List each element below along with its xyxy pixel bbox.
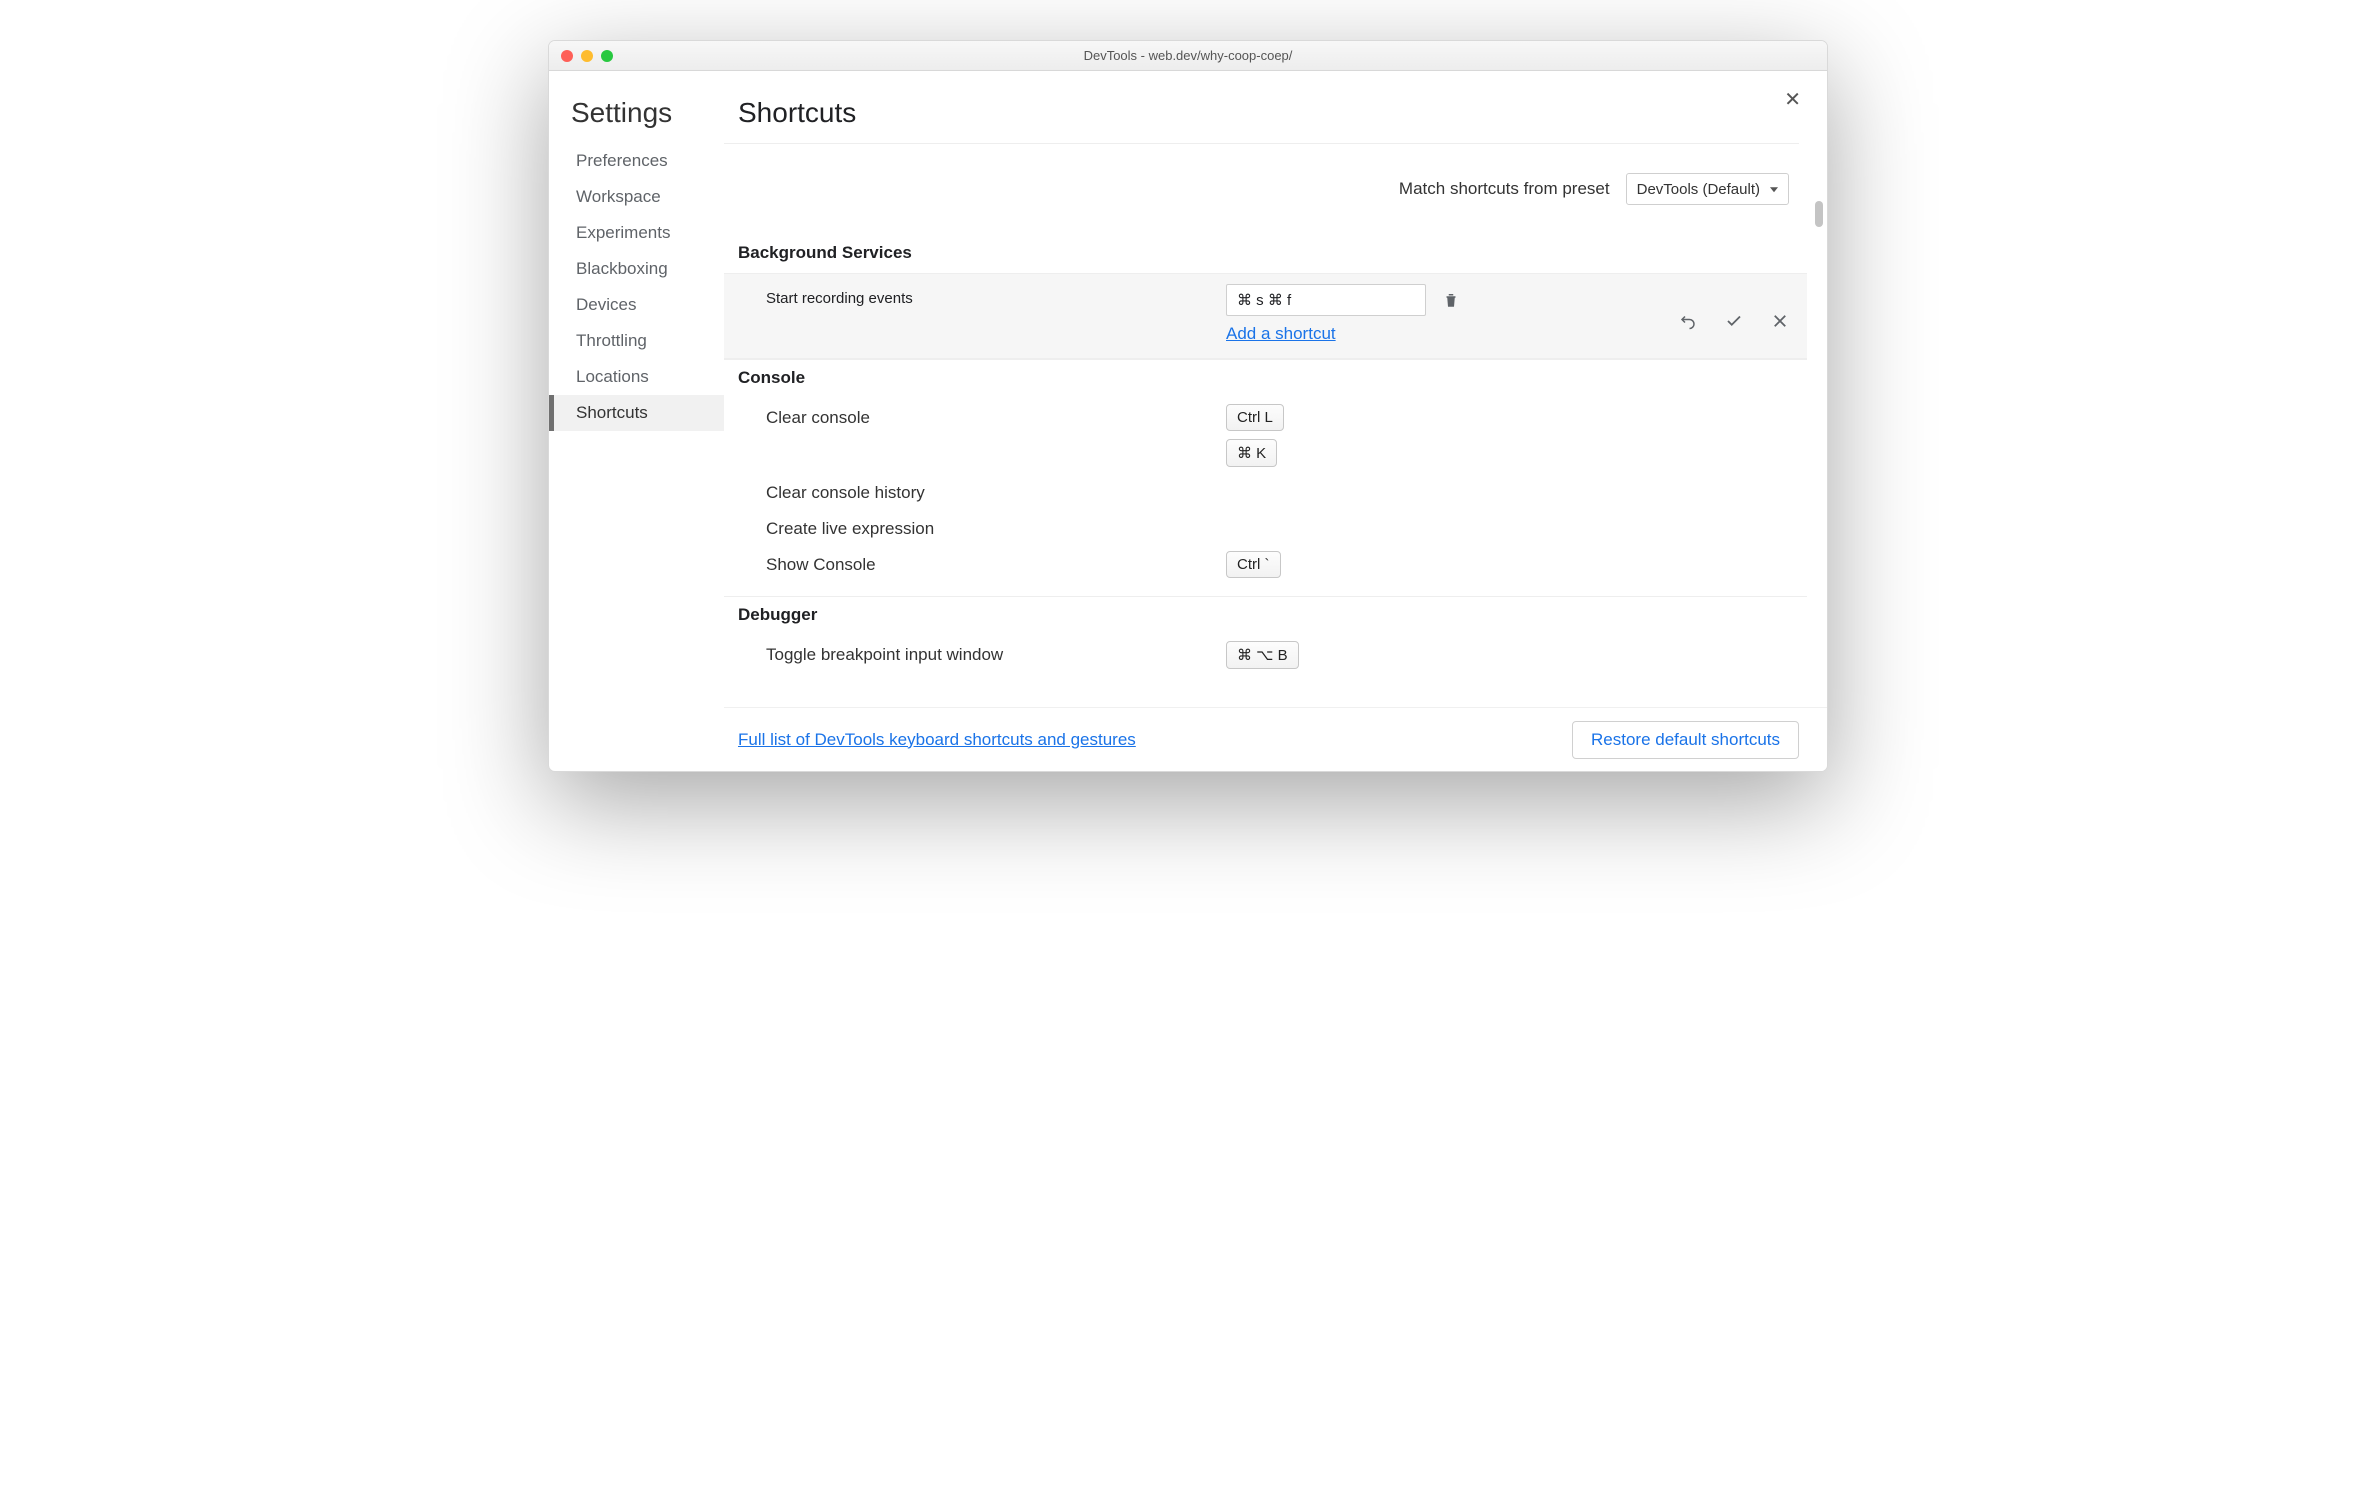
shortcut-editor-actions — [1679, 284, 1789, 334]
devtools-window: DevTools - web.dev/why-coop-coep/ ✕ Sett… — [548, 40, 1828, 772]
preset-label: Match shortcuts from preset — [1399, 179, 1610, 199]
sidebar-item-shortcuts[interactable]: Shortcuts — [549, 395, 724, 431]
shortcut-key-input[interactable]: ⌘ s ⌘ f — [1226, 284, 1426, 316]
section-background-services: Background Services Start recording even… — [724, 235, 1807, 360]
shortcut-editor-fields: ⌘ s ⌘ f Add a shortcut — [1226, 284, 1460, 344]
shortcut-row-label: Start recording events — [766, 284, 1226, 307]
window-zoom-light[interactable] — [601, 50, 613, 62]
shortcut-row-label: Clear console — [766, 404, 1226, 428]
shortcut-row-clear-history[interactable]: Clear console history — [724, 473, 1807, 509]
preset-row: Match shortcuts from preset DevTools (De… — [724, 131, 1813, 235]
shortcut-key: ⌘ ⌥ B — [1226, 641, 1299, 669]
shortcut-row-toggle-breakpoint[interactable]: Toggle breakpoint input window ⌘ ⌥ B — [724, 635, 1813, 675]
shortcut-row-show-console[interactable]: Show Console Ctrl ` — [724, 545, 1807, 596]
shortcut-row-label: Clear console history — [766, 479, 1226, 503]
section-title-bgservices: Background Services — [724, 235, 1807, 273]
window-minimize-light[interactable] — [581, 50, 593, 62]
settings-sidebar: Settings Preferences Workspace Experimen… — [549, 71, 724, 771]
shortcut-row-keys: Ctrl L ⌘ K — [1226, 404, 1807, 467]
window-titlebar: DevTools - web.dev/why-coop-coep/ — [549, 41, 1827, 71]
shortcut-key: Ctrl L — [1226, 404, 1284, 431]
settings-footer: Full list of DevTools keyboard shortcuts… — [724, 707, 1827, 771]
settings-main: Shortcuts Match shortcuts from preset De… — [724, 71, 1827, 771]
shortcut-row-live-expression[interactable]: Create live expression — [724, 509, 1807, 545]
sidebar-item-devices[interactable]: Devices — [549, 287, 724, 323]
shortcut-key: ⌘ K — [1226, 439, 1277, 467]
add-shortcut-link[interactable]: Add a shortcut — [1226, 324, 1336, 344]
full-list-link[interactable]: Full list of DevTools keyboard shortcuts… — [738, 730, 1136, 750]
shortcut-key-input-value: ⌘ s ⌘ f — [1237, 291, 1291, 309]
sidebar-title: Settings — [549, 97, 724, 129]
shortcut-row-label: Show Console — [766, 551, 1226, 575]
scrollbar-thumb[interactable] — [1815, 201, 1823, 227]
sidebar-item-locations[interactable]: Locations — [549, 359, 724, 395]
undo-icon[interactable] — [1679, 312, 1697, 334]
shortcut-editor-row: Start recording events ⌘ s ⌘ f — [724, 273, 1807, 359]
settings-panel: ✕ Settings Preferences Workspace Experim… — [549, 71, 1827, 771]
preset-select-value: DevTools (Default) — [1637, 181, 1760, 198]
cancel-icon[interactable] — [1771, 312, 1789, 334]
window-title: DevTools - web.dev/why-coop-coep/ — [1084, 48, 1293, 63]
sidebar-item-workspace[interactable]: Workspace — [549, 179, 724, 215]
confirm-icon[interactable] — [1725, 312, 1743, 334]
shortcut-row-clear-console[interactable]: Clear console Ctrl L ⌘ K — [724, 398, 1807, 473]
sidebar-item-blackboxing[interactable]: Blackboxing — [549, 251, 724, 287]
window-close-light[interactable] — [561, 50, 573, 62]
section-title-debugger: Debugger — [724, 597, 1813, 635]
restore-defaults-button[interactable]: Restore default shortcuts — [1572, 721, 1799, 759]
shortcut-row-keys: ⌘ ⌥ B — [1226, 641, 1813, 669]
sidebar-item-throttling[interactable]: Throttling — [549, 323, 724, 359]
preset-select[interactable]: DevTools (Default) — [1626, 173, 1789, 205]
section-console: Console Clear console Ctrl L ⌘ K Clear c… — [724, 360, 1807, 597]
shortcut-row-keys: Ctrl ` — [1226, 551, 1807, 578]
window-traffic-lights — [561, 50, 613, 62]
sidebar-item-experiments[interactable]: Experiments — [549, 215, 724, 251]
section-title-console: Console — [724, 360, 1807, 398]
shortcut-row-label: Create live expression — [766, 515, 1226, 539]
shortcut-key: Ctrl ` — [1226, 551, 1281, 578]
trash-icon[interactable] — [1442, 291, 1460, 309]
section-debugger: Debugger Toggle breakpoint input window … — [724, 597, 1813, 675]
shortcuts-scroll-area: Match shortcuts from preset DevTools (De… — [724, 131, 1827, 703]
shortcut-row-label: Toggle breakpoint input window — [766, 641, 1226, 665]
sidebar-item-preferences[interactable]: Preferences — [549, 143, 724, 179]
